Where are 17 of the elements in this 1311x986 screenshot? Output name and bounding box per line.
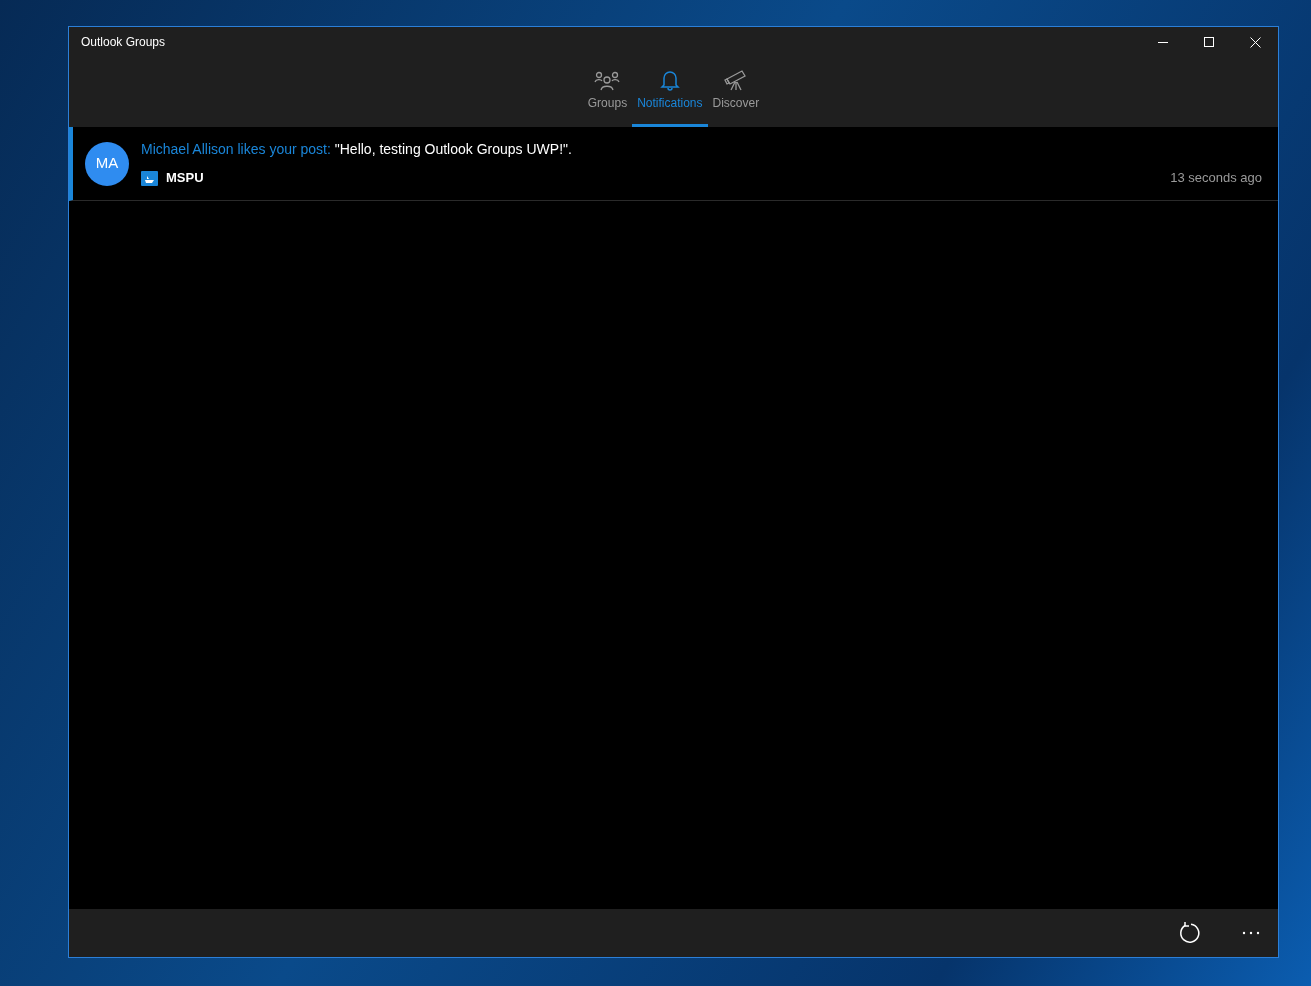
telescope-icon xyxy=(723,69,748,91)
refresh-icon xyxy=(1177,921,1201,945)
nav-tab[interactable]: Discover xyxy=(707,67,765,127)
timestamp: 13 seconds ago xyxy=(1170,169,1262,188)
bell-icon xyxy=(659,69,680,91)
avatar: MA xyxy=(85,141,129,186)
group-icon xyxy=(141,170,158,186)
people-icon xyxy=(594,71,621,91)
more-icon xyxy=(1242,931,1260,935)
notification-item[interactable]: MA Michael Allison likes your post: "Hello, testing Outlook Groups UWP!". MSPU 13 seconds ago xyxy=(69,127,1278,201)
group-name: MSPU xyxy=(166,169,204,188)
nav-tab[interactable]: Notifications xyxy=(632,67,708,127)
nav-tab[interactable]: Groups xyxy=(582,67,633,127)
notification-text: Michael Allison likes your post: "Hello, testing Outlook Groups UWP!". xyxy=(141,140,573,160)
close-icon xyxy=(1249,36,1261,48)
window-title: Outlook Groups xyxy=(81,34,166,51)
maximize-icon xyxy=(1203,36,1215,48)
